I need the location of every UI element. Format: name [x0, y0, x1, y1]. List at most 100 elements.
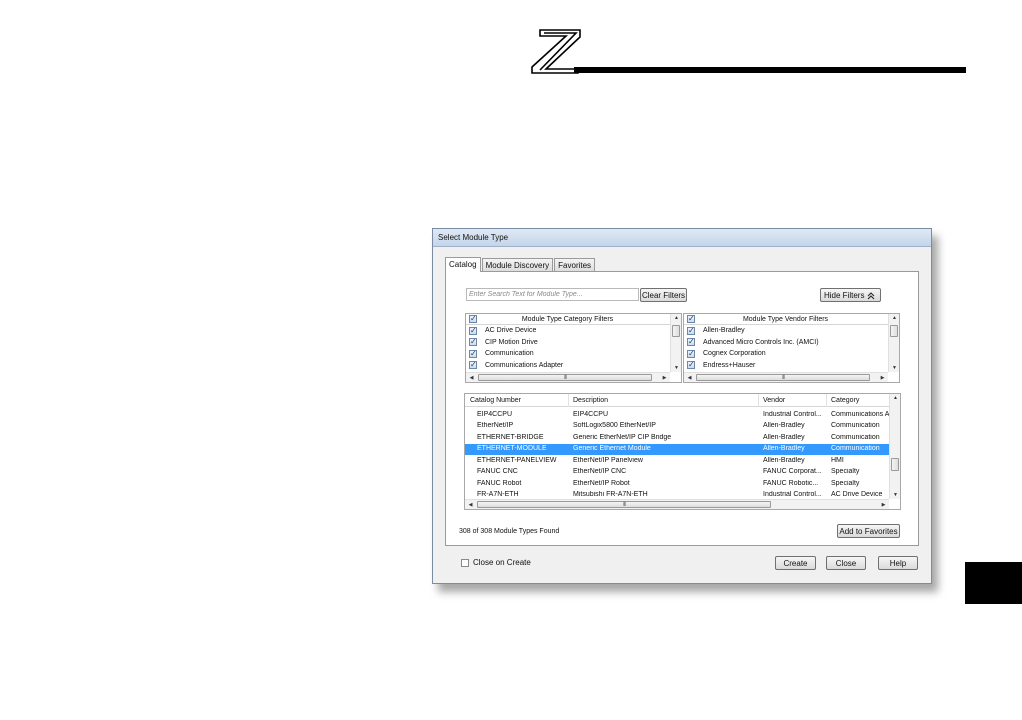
header-rule [574, 67, 966, 73]
table-row[interactable]: EIP4CCPU EIP4CCPU Industrial Control... Com… [465, 409, 889, 421]
column-divider[interactable] [568, 394, 569, 407]
table-row[interactable]: ETHERNET-BRIDGE Generic EtherNet/IP CIP B… [465, 432, 889, 444]
cell-category: HMI [831, 456, 844, 464]
scroll-down-arrow-icon[interactable]: ▼ [891, 492, 900, 498]
vendor-filter-item[interactable]: Allen-Bradley [684, 325, 899, 337]
module-catalog-table: Catalog Number Description Vendor Catego… [464, 393, 901, 510]
table-row[interactable]: FANUC CNC EtherNet/IP CNC FANUC Corporat..… [465, 467, 889, 479]
cell-description: Generic Ethernet Module [573, 445, 651, 452]
column-header-catalog-number[interactable]: Catalog Number [470, 397, 521, 404]
cell-catalog-number: ETHERNET-BRIDGE [477, 433, 544, 441]
double-chevron-up-icon [867, 292, 875, 300]
table-row[interactable]: ETHERNET-PANELVIEW EtherNet/IP Panelview A… [465, 455, 889, 467]
table-row[interactable]: ETHERNET-MODULE Generic Ethernet Module Al… [465, 443, 889, 455]
vendor-filter-label: Endress+Hauser [703, 361, 756, 369]
scroll-up-arrow-icon[interactable]: ▲ [672, 315, 681, 321]
category-filter-item[interactable]: Communications Adapter [466, 360, 681, 372]
scroll-thumb[interactable] [891, 458, 899, 471]
checkbox[interactable] [687, 326, 695, 335]
vendor-vertical-scrollbar[interactable]: ▲ ▼ [888, 314, 899, 372]
create-button[interactable]: Create [775, 556, 816, 570]
tab-favorites[interactable]: Favorites [554, 258, 596, 272]
table-header: Catalog Number Description Vendor Catego… [465, 394, 900, 407]
checkbox[interactable] [687, 360, 695, 370]
scroll-thumb[interactable]: III [477, 501, 771, 508]
category-filter-item[interactable]: Communication [466, 348, 681, 360]
search-input[interactable] [466, 288, 639, 301]
scroll-thumb[interactable] [672, 325, 680, 337]
scroll-right-arrow-icon[interactable]: ▶ [879, 502, 888, 508]
clear-filters-button[interactable]: Clear Filters [640, 288, 687, 302]
close-on-create-label: Close on Create [473, 558, 531, 567]
table-vertical-scrollbar[interactable]: ▲ ▼ [889, 394, 900, 499]
scroll-thumb[interactable] [890, 325, 898, 337]
scroll-grip: III [622, 502, 626, 508]
help-button[interactable]: Help [878, 556, 918, 570]
cell-vendor: Allen-Bradley [763, 422, 805, 429]
hide-filters-button[interactable]: Hide Filters [820, 288, 881, 302]
scroll-up-arrow-icon[interactable]: ▲ [890, 315, 899, 321]
checkbox[interactable] [469, 326, 477, 335]
tab-catalog[interactable]: Catalog [445, 257, 481, 272]
cell-vendor: Industrial Control... [763, 491, 822, 498]
column-header-vendor[interactable]: Vendor [763, 397, 785, 404]
vendor-filter-label: Allen-Bradley [703, 327, 745, 335]
cell-description: EtherNet/IP Robot [573, 479, 630, 487]
close-on-create-option[interactable]: Close on Create [461, 558, 531, 567]
checkbox[interactable] [469, 349, 477, 358]
cell-catalog-number: ETHERNET-PANELVIEW [477, 456, 557, 464]
cell-vendor: FANUC Corporat... [763, 468, 822, 475]
column-divider[interactable] [758, 394, 759, 407]
hide-filters-label: Hide Filters [824, 290, 865, 300]
vendor-filter-item[interactable]: Endress+Hauser [684, 360, 899, 372]
chapter-tab-marker [965, 562, 1022, 604]
category-filter-title: Module Type Category Filters [521, 316, 614, 323]
checkbox[interactable] [469, 337, 477, 347]
table-horizontal-scrollbar[interactable]: ◀ III ▶ [465, 499, 889, 509]
add-to-favorites-button[interactable]: Add to Favorites [837, 524, 900, 538]
cell-vendor: FANUC Robotic... [763, 479, 819, 487]
checkbox[interactable] [469, 360, 477, 370]
category-filter-item[interactable]: AC Drive Device [466, 325, 681, 337]
table-row[interactable]: FANUC Robot EtherNet/IP Robot FANUC Roboti… [465, 478, 889, 490]
vendor-filter-item[interactable]: Advanced Micro Controls Inc. (AMCI) [684, 337, 899, 349]
scroll-left-arrow-icon[interactable]: ◀ [466, 502, 475, 508]
category-filter-list: Module Type Category Filters AC Drive De… [465, 313, 682, 383]
column-header-description[interactable]: Description [573, 397, 608, 404]
scroll-left-arrow-icon[interactable]: ◀ [685, 375, 694, 381]
scroll-up-arrow-icon[interactable]: ▲ [891, 395, 900, 401]
tab-module-discovery[interactable]: Module Discovery [481, 258, 554, 272]
scroll-down-arrow-icon[interactable]: ▼ [672, 365, 681, 371]
scroll-right-arrow-icon[interactable]: ▶ [878, 375, 887, 381]
cell-description: EIP4CCPU [573, 410, 609, 418]
vendor-filter-item[interactable]: Cognex Corporation [684, 348, 899, 360]
cell-description: SoftLogix5800 EtherNet/IP [573, 422, 656, 429]
cell-category: Specialty [831, 479, 860, 487]
scroll-thumb[interactable]: III [696, 374, 870, 381]
column-divider[interactable] [826, 394, 827, 407]
category-vertical-scrollbar[interactable]: ▲ ▼ [670, 314, 681, 372]
scroll-thumb[interactable]: III [478, 374, 652, 381]
cell-description: Generic EtherNet/IP CIP Bridge [573, 433, 672, 441]
category-filter-item[interactable]: CIP Motion Drive [466, 337, 681, 349]
cell-category: Specialty [831, 468, 860, 475]
scroll-grip: III [781, 375, 785, 381]
scroll-right-arrow-icon[interactable]: ▶ [660, 375, 669, 381]
cell-catalog-number: ETHERNET-MODULE [477, 445, 547, 452]
scroll-down-arrow-icon[interactable]: ▼ [890, 365, 899, 371]
cell-vendor: Allen-Bradley [763, 456, 805, 464]
vendor-horizontal-scrollbar[interactable]: ◀ III ▶ [684, 372, 888, 382]
scroll-left-arrow-icon[interactable]: ◀ [467, 375, 476, 381]
column-header-category[interactable]: Category [831, 397, 859, 404]
cell-catalog-number: EtherNet/IP [477, 422, 514, 429]
category-filter-label: Communications Adapter [485, 361, 564, 369]
checkbox[interactable] [687, 337, 695, 347]
category-horizontal-scrollbar[interactable]: ◀ III ▶ [466, 372, 670, 382]
category-filter-label: Communication [485, 350, 534, 358]
table-row[interactable]: EtherNet/IP SoftLogix5800 EtherNet/IP Alle… [465, 421, 889, 433]
close-button[interactable]: Close [826, 556, 866, 570]
close-on-create-checkbox[interactable] [461, 558, 469, 567]
checkbox[interactable] [687, 349, 695, 358]
cell-catalog-number: EIP4CCPU [477, 410, 513, 418]
catalog-tab-panel: Clear Filters Hide Filters Module Type C… [445, 271, 919, 546]
